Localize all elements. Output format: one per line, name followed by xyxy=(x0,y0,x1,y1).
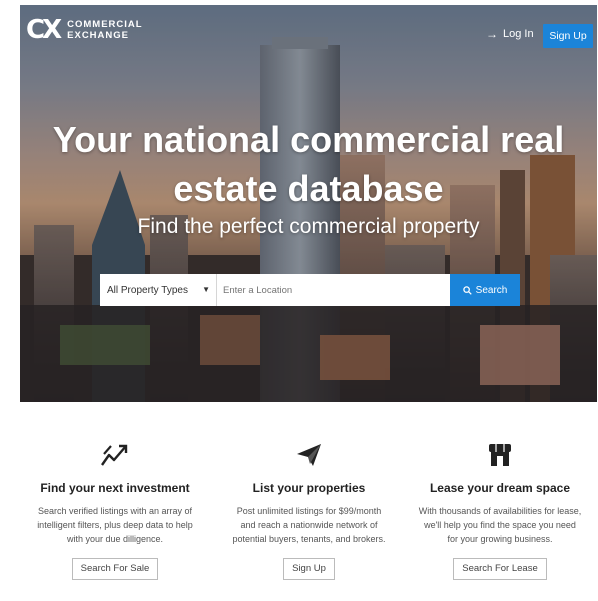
feature-description: Post unlimited listings for $99/month an… xyxy=(232,506,386,544)
hero-headline: Your national commercial real estate dat… xyxy=(20,115,597,213)
logo-line-1: COMMERCIAL xyxy=(67,19,143,30)
search-for-lease-button[interactable]: Search For Lease xyxy=(453,558,547,580)
feature-title: Find your next investment xyxy=(40,481,190,495)
feature-description: Search verified listings with an array o… xyxy=(37,506,193,544)
sign-up-button[interactable]: Sign Up xyxy=(283,558,335,580)
caret-down-icon: ▼ xyxy=(202,285,210,294)
search-icon xyxy=(462,285,472,295)
logo-mark: CX xyxy=(26,15,62,45)
login-icon: →︎ xyxy=(486,27,498,41)
search-button[interactable]: Search xyxy=(450,274,520,306)
headline-line-2: estate database xyxy=(173,168,444,209)
hero-banner: CX COMMERCIAL EXCHANGE →︎ Log In Sign Up… xyxy=(20,5,597,402)
site-logo[interactable]: CX COMMERCIAL EXCHANGE xyxy=(26,17,143,43)
hero-subheadline: Find the perfect commercial property xyxy=(137,215,480,238)
location-input[interactable] xyxy=(217,274,450,306)
headline-line-1: Your national commercial real xyxy=(52,119,565,160)
feature-description: With thousands of availabilities for lea… xyxy=(418,506,582,544)
chart-trend-icon xyxy=(101,444,128,466)
signup-button[interactable]: Sign Up xyxy=(543,24,593,48)
storefront-icon xyxy=(489,444,511,466)
feature-investment: Find your next investment Search verifie… xyxy=(20,440,210,580)
property-type-select[interactable]: All Property Types ▼ xyxy=(100,274,217,306)
search-button-label: Search xyxy=(475,284,508,296)
features-section: Find your next investment Search verifie… xyxy=(20,440,597,600)
logo-line-2: EXCHANGE xyxy=(67,30,129,41)
property-type-value: All Property Types xyxy=(107,284,188,296)
feature-lease: Lease your dream space With thousands of… xyxy=(405,440,595,580)
logo-wordmark: COMMERCIAL EXCHANGE xyxy=(67,19,142,41)
search-bar: All Property Types ▼ Search xyxy=(100,274,520,306)
search-for-sale-button[interactable]: Search For Sale xyxy=(71,558,159,580)
feature-title: Lease your dream space xyxy=(429,481,571,495)
login-label: Log In xyxy=(503,28,534,40)
paper-plane-icon xyxy=(297,444,321,466)
login-link[interactable]: →︎ Log In xyxy=(486,27,534,41)
feature-title: List your properties xyxy=(252,481,366,495)
feature-list: List your properties Post unlimited list… xyxy=(214,440,404,580)
